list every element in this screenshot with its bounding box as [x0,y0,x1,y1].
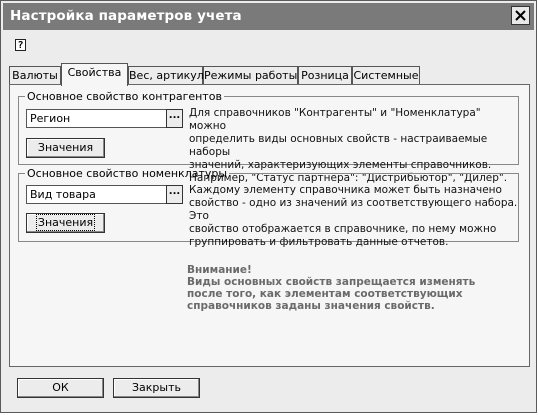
description-line: Для справочников "Контрагенты" и "Номенк… [189,107,481,132]
contragents-group-legend: Основное свойство контрагентов [27,90,222,103]
properties-panel: Основное свойство контрагентов Регион ..… [9,84,530,367]
contragents-values-button[interactable]: Значения [26,138,105,158]
title-bar: Настройка параметров учета [3,3,534,30]
description-line: определить виды основных свойств - настр… [189,133,488,158]
ok-button[interactable]: ОК [17,378,104,398]
close-dialog-button[interactable]: Закрыть [113,378,200,398]
description-line: группировать и фильтровать данные отчето… [189,236,449,248]
nomenclature-select-button[interactable]: ... [166,185,183,204]
description-line: Каждому элементу справочника может быть … [189,184,502,196]
nomenclature-description: Каждому элементу справочника может быть … [189,184,519,249]
window-title: Настройка параметров учета [10,8,242,24]
warning-line: после того, как элементам соответствующи… [187,288,463,300]
tab-system[interactable]: Системные [352,66,420,85]
ok-label: ОК [52,381,69,394]
close-button[interactable] [511,6,530,25]
contragents-values-label: Значения [37,141,94,154]
warning-title: Внимание! [187,264,252,276]
nomenclature-values-button[interactable]: Значения [26,213,105,233]
warning-line: Виды основных свойств запрещается изменя… [187,276,476,288]
close-icon [515,10,526,21]
tab-currencies[interactable]: Валюты [9,66,61,85]
description-line: свойство - одно из значений из соответст… [189,197,518,222]
nomenclature-property-field[interactable]: Вид товара [26,185,167,204]
tab-properties[interactable]: Свойства [61,63,128,86]
tab-retail[interactable]: Розница [298,66,352,85]
nomenclature-group-legend: Основное свойство номенклатуры [27,167,228,180]
contragents-property-field[interactable]: Регион [26,109,167,128]
description-line: свойство отображается в справочнике, по … [189,223,497,235]
contragents-select-button[interactable]: ... [166,109,183,128]
tab-weight-article[interactable]: Вес, артикул [128,66,204,85]
close-label: Закрыть [132,381,181,394]
nomenclature-values-label: Значения [35,214,96,231]
settings-dialog: Настройка параметров учета ? Валюты Свой… [0,0,537,413]
help-icon[interactable]: ? [15,39,26,51]
nomenclature-property-value: Вид товара [30,188,96,201]
warning-message: Внимание! Виды основных свойств запрещае… [187,264,475,312]
contragents-property-value: Регион [30,112,71,125]
warning-line: справочников заданы значения свойств. [187,300,435,312]
tab-work-modes[interactable]: Режимы работы [203,66,298,85]
